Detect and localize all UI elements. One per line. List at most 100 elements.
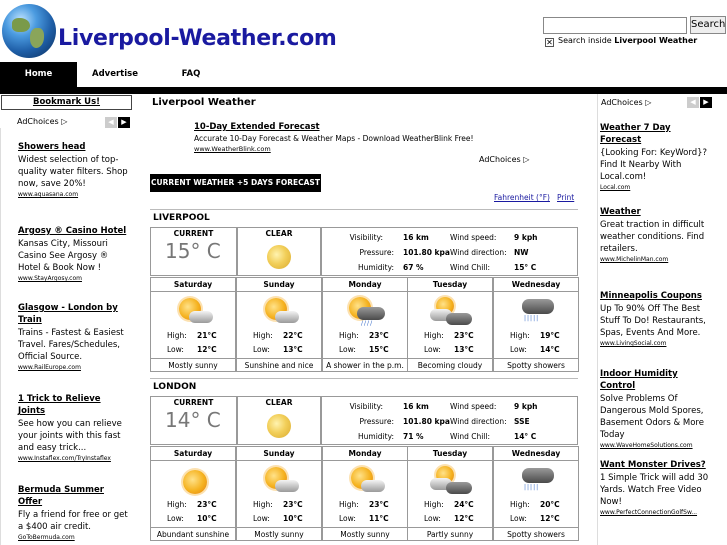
wind-direction-label: Wind direction: (450, 417, 507, 426)
sun-cloud-icon (345, 464, 387, 498)
day-description: Sunshine and nice (237, 358, 321, 371)
sun-cloud-icon (173, 295, 215, 329)
high-value: 21°C (197, 331, 217, 340)
high-value: 20°C (540, 500, 560, 509)
fahrenheit-link[interactable]: Fahrenheit (°F) (494, 193, 550, 202)
current-label: CURRENT (173, 229, 214, 238)
right-ad-column: AdChoices ▷ ◀ ▶ Weather 7 Day Forecast {… (597, 94, 727, 545)
right-ad-arrows[interactable]: ◀ ▶ (687, 97, 712, 108)
high-label: High: (510, 500, 530, 509)
low-value: 13°C (454, 345, 474, 354)
high-label: High: (510, 331, 530, 340)
left-ad[interactable]: Glasgow - London by Train Trains - Faste… (18, 302, 130, 372)
low-label: Low: (339, 514, 356, 523)
rain-cloud-icon: ||||| (516, 295, 558, 329)
five-day-forecast: Saturday High: 21°C Low: 12°C Mostly sunny Sun… (150, 277, 579, 372)
forecast-day: Tuesday High: 23°C Low: 13°C Becoming cloudy (407, 277, 493, 372)
nav-advertise[interactable]: Advertise (77, 62, 153, 87)
nav-strip (0, 87, 727, 94)
low-label: Low: (424, 514, 441, 523)
forecast-day: Tuesday High: 24°C Low: 12°C Partly sunny (407, 446, 493, 541)
rain-cloud-icon: ||||| (516, 464, 558, 498)
right-adchoices[interactable]: AdChoices ▷ (601, 98, 651, 107)
next-arrow-icon[interactable]: ▶ (700, 97, 712, 108)
next-arrow-icon[interactable]: ▶ (118, 117, 130, 128)
low-label: Low: (339, 345, 356, 354)
search-inside-checkbox[interactable]: ✕ (545, 38, 554, 47)
high-label: High: (253, 500, 273, 509)
details-box: Visibility: 16 km Pressure: 101.80 kpa Humid… (321, 396, 578, 445)
wind-speed-label: Wind speed: (450, 402, 497, 411)
right-ad[interactable]: Minneapolis Coupons Up To 90% Off The Be… (600, 290, 714, 347)
low-value: 10°C (283, 514, 303, 523)
low-value: 12°C (540, 514, 560, 523)
low-label: Low: (167, 514, 184, 523)
left-ad[interactable]: 1 Trick to Relieve Joints See how you ca… (18, 393, 130, 463)
current-temp: 15° C (165, 239, 221, 263)
details-box: Visibility: 16 km Pressure: 101.80 kpa Humid… (321, 227, 578, 276)
city-name: LONDON (150, 378, 578, 396)
nav-home[interactable]: Home (0, 62, 77, 87)
pressure-value: 101.80 kpa (403, 248, 450, 257)
visibility-label: Visibility: (349, 233, 383, 242)
left-ad[interactable]: Argosy ® Casino Hotel Kansas City, Misso… (18, 225, 130, 283)
search-inside-label: Search inside Liverpool Weather (558, 36, 698, 45)
low-label: Low: (167, 345, 184, 354)
high-value: 23°C (197, 500, 217, 509)
prev-arrow-icon[interactable]: ◀ (687, 97, 699, 108)
right-ad[interactable]: Want Monster Drives? 1 Simple Trick will… (600, 459, 714, 516)
print-link[interactable]: Print (557, 193, 574, 202)
bookmark-link[interactable]: Bookmark Us! (1, 95, 132, 110)
forecast-day: Saturday High: 21°C Low: 12°C Mostly sunny (150, 277, 236, 372)
left-ad-arrows[interactable]: ◀ ▶ (105, 117, 130, 128)
day-description: Partly sunny (408, 527, 492, 540)
page-title: Liverpool Weather (152, 97, 256, 108)
high-value: 24°C (454, 500, 474, 509)
visibility-label: Visibility: (349, 402, 383, 411)
day-name: Monday (323, 447, 407, 461)
wind-direction-value: NW (514, 248, 529, 257)
globe-logo-icon[interactable] (2, 4, 56, 58)
promo-adchoices[interactable]: AdChoices ▷ (479, 155, 529, 164)
search-button[interactable]: Search (690, 16, 726, 34)
day-name: Sunday (237, 447, 321, 461)
high-label: High: (167, 500, 187, 509)
day-description: Spotty showers (494, 527, 578, 540)
day-name: Saturday (151, 278, 235, 292)
low-value: 10°C (197, 514, 217, 523)
low-value: 11°C (369, 514, 389, 523)
right-ad[interactable]: Indoor Humidity Control Solve Problems O… (600, 368, 714, 449)
high-label: High: (339, 331, 359, 340)
left-ad[interactable]: Showers head Widest selection of top-qua… (18, 141, 130, 199)
site-title[interactable]: Liverpool-Weather.com (58, 26, 337, 51)
sun-clouds-icon (430, 295, 472, 329)
search-input[interactable] (543, 17, 687, 34)
day-name: Sunday (237, 278, 321, 292)
left-adchoices[interactable]: AdChoices ▷ (17, 117, 67, 126)
high-value: 23°C (283, 500, 303, 509)
low-value: 13°C (283, 345, 303, 354)
current-label: CURRENT (173, 398, 214, 407)
forecast-day: Sunday High: 22°C Low: 13°C Sunshine and nice (236, 277, 322, 372)
left-ad[interactable]: Bermuda Summer Offer Fly a friend for fr… (18, 484, 130, 542)
pressure-label: Pressure: (359, 417, 394, 426)
current-temp-box: CURRENT 14° C (150, 396, 237, 445)
prev-arrow-icon[interactable]: ◀ (105, 117, 117, 128)
low-value: 14°C (540, 345, 560, 354)
wind-chill-value: 14° C (514, 432, 537, 441)
day-name: Saturday (151, 447, 235, 461)
visibility-value: 16 km (403, 233, 429, 242)
sun-clouds-icon (430, 464, 472, 498)
low-label: Low: (510, 345, 527, 354)
nav-faq[interactable]: FAQ (153, 62, 229, 87)
condition-label: CLEAR (265, 229, 293, 238)
day-name: Tuesday (408, 447, 492, 461)
condition-box: CLEAR (237, 396, 321, 445)
right-ad[interactable]: Weather 7 Day Forecast {Looking For: Key… (600, 122, 714, 191)
low-label: Low: (510, 514, 527, 523)
right-ad[interactable]: Weather Great traction in difficult weat… (600, 206, 714, 263)
wind-chill-value: 15° C (514, 263, 537, 272)
wind-chill-label: Wind Chill: (450, 263, 491, 272)
pressure-value: 101.80 kpa (403, 417, 450, 426)
day-description: A shower in the p.m. (323, 358, 407, 371)
